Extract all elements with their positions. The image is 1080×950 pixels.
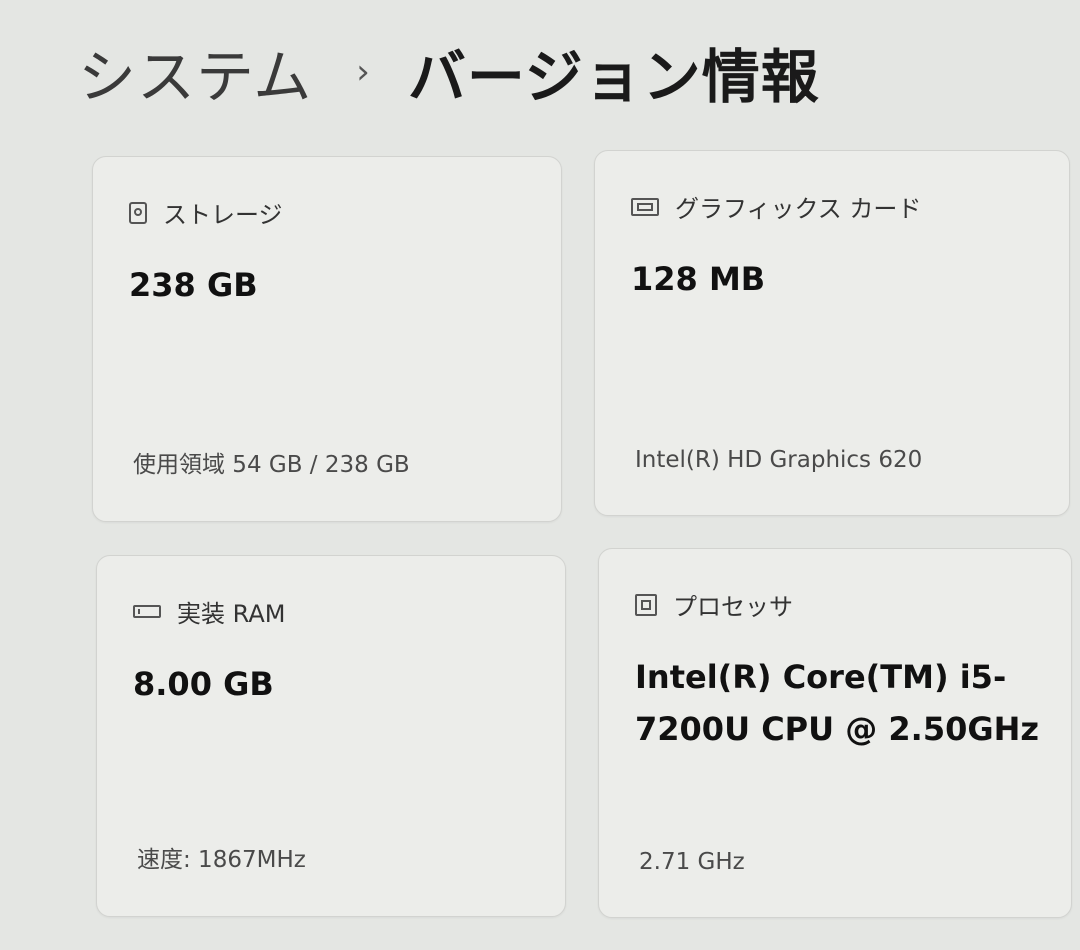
ram-title: 実装 RAM (177, 600, 286, 628)
breadcrumb: システム › バージョン情報 (78, 30, 820, 114)
processor-card: プロセッサ Intel(R) Core(TM) i5-7200U CPU @ 2… (598, 548, 1072, 918)
graphics-card-header: グラフィックス カード (631, 189, 921, 224)
processor-icon (635, 593, 657, 616)
ram-value: 8.00 GB (133, 665, 274, 703)
processor-card-header: プロセッサ (635, 587, 793, 622)
storage-card-header: ストレージ (129, 195, 283, 230)
storage-card: ストレージ 238 GB 使用領域 54 GB / 238 GB (92, 156, 562, 522)
graphics-card-card: グラフィックス カード 128 MB Intel(R) HD Graphics … (594, 150, 1070, 516)
processor-value: Intel(R) Core(TM) i5-7200U CPU @ 2.50GHz (635, 658, 1040, 748)
processor-detail: 2.71 GHz (639, 849, 745, 875)
graphics-card-icon (631, 197, 659, 216)
chevron-right-icon: › (356, 52, 370, 92)
ram-card-header: 実装 RAM (133, 594, 285, 629)
storage-detail: 使用領域 54 GB / 238 GB (133, 452, 410, 478)
processor-title: プロセッサ (673, 593, 793, 621)
storage-value: 238 GB (129, 266, 258, 304)
graphics-card-value: 128 MB (631, 260, 766, 298)
ram-card: 実装 RAM 8.00 GB 速度: 1867MHz (96, 555, 566, 917)
breadcrumb-parent-system[interactable]: システム (78, 30, 312, 114)
drive-icon (129, 201, 147, 224)
storage-title: ストレージ (163, 201, 283, 229)
graphics-card-detail: Intel(R) HD Graphics 620 (635, 447, 923, 473)
page-title: バージョン情報 (407, 43, 820, 111)
ram-detail: 速度: 1867MHz (137, 847, 306, 873)
ram-icon (133, 605, 161, 618)
graphics-card-title: グラフィックス カード (675, 195, 922, 223)
